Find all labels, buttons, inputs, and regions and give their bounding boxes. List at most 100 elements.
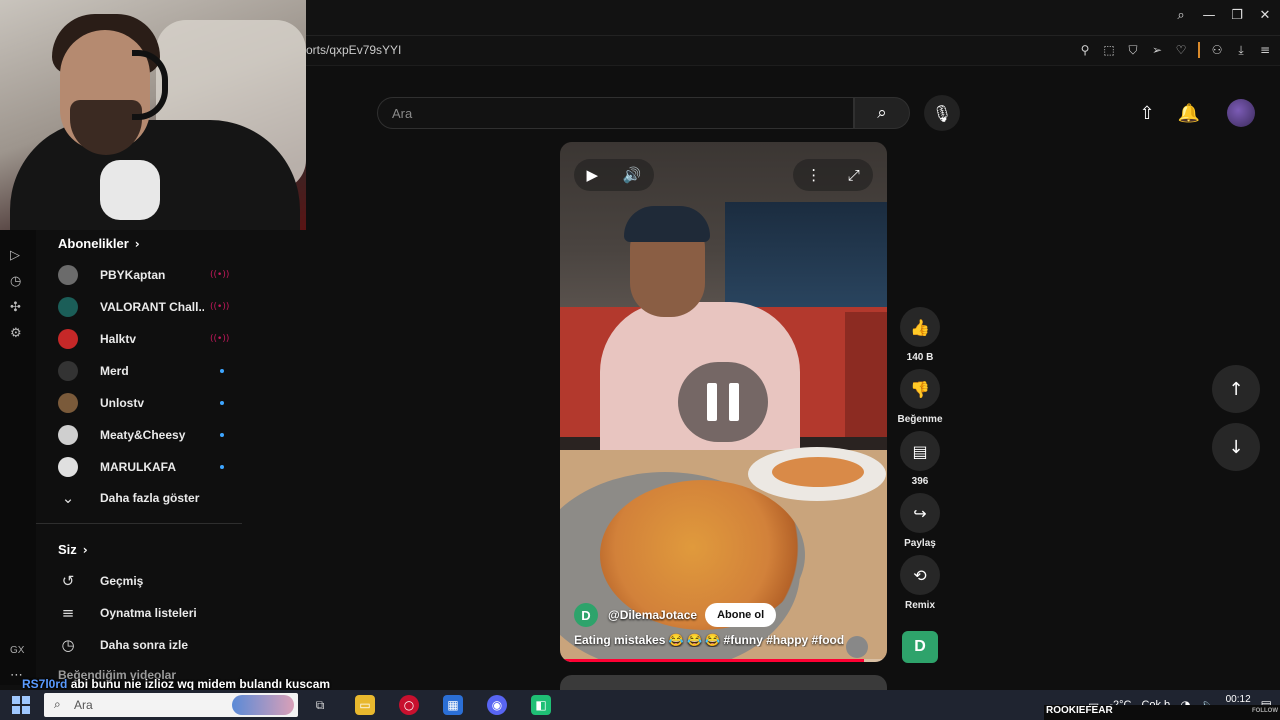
subscription-item[interactable]: VALORANT Chall... ((•)) [58, 295, 258, 319]
streamer-name: ROOKIEFEAR [1046, 705, 1113, 716]
pause-icon-bar-right [729, 383, 739, 421]
pause-icon-bar-left [707, 383, 717, 421]
notifications-button[interactable]: 🔔 [1176, 100, 1202, 126]
settings-icon[interactable]: ⚙ [10, 326, 22, 341]
pin-icon[interactable]: ⚲ [1078, 43, 1092, 57]
new-content-dot [220, 465, 224, 469]
task-view-icon[interactable]: ⧉ [310, 695, 330, 715]
store-icon[interactable]: ▦ [443, 695, 463, 715]
search-box[interactable]: Ara [377, 97, 854, 129]
subscription-label: Meaty&Cheesy [100, 428, 186, 442]
history-rail-icon[interactable]: ◷ [10, 274, 21, 289]
chat-message: RS7l0rd abi bunu nie izlioz wq midem bul… [22, 677, 330, 691]
subscription-label: VALORANT Chall... [100, 300, 204, 314]
url-text[interactable]: orts/qxpEv79sYYI [306, 43, 401, 57]
subscription-label: Unlostv [100, 396, 145, 410]
user-avatar[interactable] [1227, 99, 1255, 127]
screen: ⌕ — ❐ ✕ orts/qxpEv79sYYI ⚲ ⬚ ⛉ ➢ ♡ ⚇ ⤓ ≡… [0, 0, 1280, 720]
thumbs-up-icon: 👍 [910, 317, 930, 337]
show-more-label: Daha fazla göster [100, 491, 200, 505]
share-action: ↪ Paylaş [898, 493, 942, 549]
progress-bar[interactable] [560, 659, 887, 662]
next-short-button[interactable]: ↓ [1212, 423, 1260, 471]
search-button[interactable]: ⌕ [854, 97, 910, 129]
subscription-item[interactable]: PBYKaptan ((•)) [58, 263, 258, 287]
short-video-player[interactable]: ▶ 🔊 ⋮ ⤢ D @DilemaJotace Abone ol Eating … [560, 142, 887, 662]
pause-button[interactable] [678, 362, 768, 442]
minimize-icon[interactable]: — [1202, 8, 1216, 23]
account-icon[interactable]: ⚇ [1210, 43, 1224, 57]
show-more-button[interactable]: ⌄ Daha fazla göster [58, 486, 200, 510]
download-icon[interactable]: ⤓ [1234, 43, 1248, 58]
sound-thumbnail[interactable] [846, 636, 868, 658]
subscription-label: Halktv [100, 332, 137, 346]
chat-text: abi bunu nie izlioz wq midem bulandı kus… [70, 677, 331, 691]
voice-search-button[interactable]: 🎙 [924, 95, 960, 131]
video-caption[interactable]: Eating mistakes 😂 😂 😂 #funny #happy #foo… [574, 633, 844, 647]
you-header[interactable]: Siz › [58, 542, 88, 557]
file-explorer-icon[interactable]: ▭ [355, 695, 375, 715]
taskbar-search[interactable]: ⌕ Ara [44, 693, 298, 717]
channel-avatar[interactable]: D [574, 603, 598, 627]
gx-label[interactable]: GX [10, 645, 24, 656]
like-count: 140 B [906, 352, 934, 363]
previous-short-button[interactable]: ↑ [1212, 365, 1260, 413]
sidebar-divider [36, 523, 242, 524]
fullscreen-icon[interactable]: ⤢ [848, 166, 860, 184]
channel-square-avatar[interactable]: D [902, 631, 938, 663]
extensions-icon[interactable]: ✣ [10, 300, 21, 315]
subscription-label: MARULKAFA [100, 460, 176, 474]
channel-name[interactable]: @DilemaJotace [608, 608, 697, 622]
sidebar-item-playlists[interactable]: ≡ Oynatma listeleri [58, 601, 197, 625]
video-scene-booth-back [845, 312, 887, 437]
windows-start-icon[interactable] [12, 696, 30, 714]
close-icon[interactable]: ✕ [1258, 8, 1272, 23]
taskbar-search-input[interactable]: Ara [74, 698, 93, 712]
dislike-action: 👎 Beğenme [897, 369, 943, 425]
live-icon: ((•)) [210, 270, 230, 280]
shield-icon[interactable]: ⛉ [1126, 43, 1140, 58]
like-button[interactable]: 👍 [900, 307, 940, 347]
video-scene-slice [772, 457, 864, 487]
menu-icon[interactable]: ≡ [1258, 43, 1272, 57]
play-icon[interactable]: ▶ [586, 166, 598, 184]
screenshot-icon[interactable]: ⬚ [1102, 43, 1116, 57]
player-icon[interactable]: ▷ [10, 248, 20, 263]
send-icon[interactable]: ➢ [1150, 43, 1164, 57]
subscription-item[interactable]: Merd [58, 359, 258, 383]
address-bar[interactable]: orts/qxpEv79sYYI ⚲ ⬚ ⛉ ➢ ♡ ⚇ ⤓ ≡ [306, 36, 1280, 66]
subscription-item[interactable]: Meaty&Cheesy [58, 423, 258, 447]
subscription-item[interactable]: MARULKAFA [58, 455, 258, 479]
upload-button[interactable]: ⇧ [1134, 100, 1160, 126]
comments-button[interactable]: ▤ [900, 431, 940, 471]
avatar [58, 425, 78, 445]
mic-icon: 🎙 [931, 103, 953, 123]
streaming-app-icon[interactable]: ◧ [531, 695, 551, 715]
remix-label: Remix [904, 600, 935, 611]
sidebar-item-history[interactable]: ↺ Geçmiş [58, 569, 144, 593]
subscription-item[interactable]: Halktv ((•)) [58, 327, 258, 351]
subscription-item[interactable]: Unlostv [58, 391, 258, 415]
subscribe-button[interactable]: Abone ol [705, 603, 777, 627]
arrow-down-icon: ↓ [1228, 436, 1244, 458]
more-fullscreen-controls: ⋮ ⤢ [793, 159, 873, 191]
discord-icon[interactable]: ◉ [487, 695, 507, 715]
more-vert-icon[interactable]: ⋮ [806, 166, 821, 184]
heart-icon[interactable]: ♡ [1174, 43, 1188, 57]
search-icon[interactable]: ⌕ [1174, 8, 1188, 23]
opera-gx-icon[interactable]: ○ [399, 695, 419, 715]
volume-icon[interactable]: 🔊 [623, 166, 642, 184]
remix-button[interactable]: ⟲ [900, 555, 940, 595]
avatar [58, 297, 78, 317]
subscriptions-header[interactable]: Abonelikler › [58, 236, 140, 251]
share-button[interactable]: ↪ [900, 493, 940, 533]
subscription-label: Merd [100, 364, 129, 378]
thumbs-down-icon: 👎 [910, 379, 930, 399]
chevron-right-icon: › [82, 543, 88, 557]
sidebar-item-watch-later[interactable]: ◷ Daha sonra izle [58, 633, 188, 657]
search-input[interactable]: Ara [392, 106, 412, 121]
restore-icon[interactable]: ❐ [1230, 8, 1244, 23]
browser-side-rail: ▷ ◷ ✣ ⚙ GX ⋯ [0, 230, 36, 685]
comments-action: ▤ 396 [898, 431, 942, 487]
dislike-button[interactable]: 👎 [900, 369, 940, 409]
